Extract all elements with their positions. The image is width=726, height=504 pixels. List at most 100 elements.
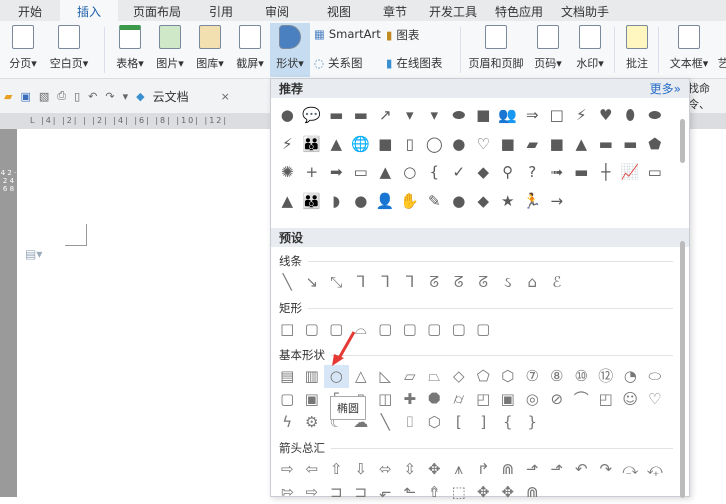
shape-icon[interactable]: ✥ xyxy=(496,481,521,504)
art-text-button[interactable]: 艺 xyxy=(716,25,726,71)
recommended-shape-icon[interactable]: ◯ xyxy=(422,131,447,158)
recommended-shape-icon[interactable]: ♥ xyxy=(594,102,619,129)
recommended-shape-icon[interactable]: ▭ xyxy=(349,159,374,186)
comment-button[interactable]: 批注 xyxy=(620,25,654,71)
recommended-shape-icon[interactable]: ↗ xyxy=(373,102,398,129)
shape-icon[interactable]: ᒣ xyxy=(373,271,398,294)
shape-icon[interactable]: ◺ xyxy=(373,365,398,388)
dropdown-icon[interactable]: ▾ xyxy=(123,90,129,103)
shape-icon[interactable]: ⌷ xyxy=(398,411,423,434)
shape-icon[interactable]: ╲ xyxy=(275,271,300,294)
shape-icon[interactable]: ℰ xyxy=(545,271,570,294)
shape-icon[interactable]: { xyxy=(496,411,521,434)
recommended-shape-icon[interactable]: 📈 xyxy=(618,159,643,186)
command-search[interactable]: 找命令、 xyxy=(688,80,726,112)
picture-button[interactable]: 图片▾ xyxy=(150,25,190,71)
recommended-shape-icon[interactable]: 💬 xyxy=(300,102,325,129)
shape-icon[interactable]: ╲ xyxy=(373,411,398,434)
shape-icon[interactable]: ⬏ xyxy=(545,458,570,481)
online-chart-button[interactable]: ▮在线图表 xyxy=(386,55,442,71)
preview-icon[interactable]: ▯ xyxy=(74,90,80,103)
recommended-shape-icon[interactable]: ▰ xyxy=(520,131,545,158)
shape-icon[interactable]: ⚙ xyxy=(300,411,325,434)
shape-icon[interactable]: ▢ xyxy=(275,388,300,411)
shape-icon[interactable]: ↷ xyxy=(594,458,619,481)
shape-icon[interactable]: ⬭ xyxy=(643,365,668,388)
more-link[interactable]: 更多» xyxy=(650,80,681,97)
recommended-shape-icon[interactable]: ◆ xyxy=(471,188,496,215)
tab-0[interactable]: 开始 xyxy=(0,0,60,21)
shape-icon[interactable]: ⊐ xyxy=(324,481,349,504)
shape-icon[interactable]: ☺ xyxy=(618,388,643,411)
shape-icon[interactable]: ⬐ xyxy=(373,481,398,504)
shape-icon[interactable]: ▣ xyxy=(496,388,521,411)
recommended-shape-icon[interactable]: ⚡ xyxy=(275,131,300,158)
shape-icon[interactable]: ✥ xyxy=(471,481,496,504)
shape-icon[interactable]: ⬏ xyxy=(520,458,545,481)
recommended-shape-icon[interactable]: ■ xyxy=(373,131,398,158)
recommended-shape-icon[interactable]: ▬ xyxy=(324,102,349,129)
shape-icon[interactable]: ⋒ xyxy=(496,458,521,481)
shape-icon[interactable]: ᒣ xyxy=(349,271,374,294)
undo-icon[interactable]: ↶ xyxy=(88,90,97,103)
recommended-shape-icon[interactable]: ◗ xyxy=(324,188,349,215)
scrollbar-recommended[interactable] xyxy=(680,119,685,163)
recommended-shape-icon[interactable]: ● xyxy=(447,131,472,158)
shape-icon[interactable]: ▥ xyxy=(300,365,325,388)
shape-icon[interactable]: ◰ xyxy=(471,388,496,411)
shape-icon[interactable]: ⬄ xyxy=(373,458,398,481)
recommended-shape-icon[interactable]: ★ xyxy=(496,188,521,215)
shape-icon[interactable]: ᘔ xyxy=(447,271,472,294)
print-icon[interactable]: ⎙ xyxy=(57,89,66,103)
recommended-shape-icon[interactable]: 👪 xyxy=(300,188,325,215)
shape-icon[interactable]: ⑦ xyxy=(520,365,545,388)
recommended-shape-icon[interactable]: + xyxy=(300,159,325,186)
recommended-shape-icon[interactable]: ✋ xyxy=(398,188,423,215)
recommended-shape-icon[interactable]: 🏃 xyxy=(520,188,545,215)
tab-2[interactable]: 页面布局 xyxy=(118,0,196,21)
shape-icon[interactable]: ⇦ xyxy=(300,458,325,481)
shape-icon[interactable]: ✚ xyxy=(398,388,423,411)
recommended-shape-icon[interactable]: → xyxy=(545,188,570,215)
header-footer-button[interactable]: 页眉和页脚 xyxy=(464,25,528,71)
recommended-shape-icon[interactable]: ◆ xyxy=(471,159,496,186)
shape-icon[interactable]: ⇮ xyxy=(422,481,447,504)
shape-icon[interactable]: ⇰ xyxy=(275,481,300,504)
recommended-shape-icon[interactable]: ▲ xyxy=(569,131,594,158)
shape-icon[interactable]: ↱ xyxy=(471,458,496,481)
textbox-button[interactable]: 文本框▾ xyxy=(664,25,714,71)
shape-icon[interactable]: ◎ xyxy=(520,388,545,411)
shape-icon[interactable]: } xyxy=(520,411,545,434)
shape-icon[interactable]: ⬠ xyxy=(471,365,496,388)
shape-icon[interactable]: ઽ xyxy=(496,271,521,294)
shape-icon[interactable]: ⬡ xyxy=(422,411,447,434)
shape-icon[interactable]: ✥ xyxy=(422,458,447,481)
tab-5[interactable]: 视图 xyxy=(308,0,370,21)
shape-icon[interactable]: ⯃ xyxy=(422,388,447,411)
close-tab-button[interactable]: × xyxy=(221,90,230,103)
recommended-shape-icon[interactable]: ▾ xyxy=(398,102,423,129)
shape-icon[interactable]: ⊐ xyxy=(349,481,374,504)
shape-icon[interactable]: ⤡ xyxy=(324,271,349,294)
recommended-shape-icon[interactable]: ♡ xyxy=(471,131,496,158)
tab-6[interactable]: 章节 xyxy=(370,0,420,21)
recommended-shape-icon[interactable]: ✺ xyxy=(275,159,300,186)
recommended-shape-icon[interactable]: ⇒ xyxy=(520,102,545,129)
recommended-shape-icon[interactable]: ▲ xyxy=(373,159,398,186)
recommended-shape-icon[interactable]: ? xyxy=(520,159,545,186)
shape-icon[interactable]: ⏢ xyxy=(422,365,447,388)
tab-3[interactable]: 引用 xyxy=(196,0,246,21)
recommended-shape-icon[interactable]: ⚡ xyxy=(569,102,594,129)
recommended-shape-icon[interactable]: ⬮ xyxy=(618,102,643,129)
chart-button[interactable]: ▮图表 xyxy=(386,27,419,43)
shape-icon[interactable]: ⋒ xyxy=(520,481,545,504)
redo-icon[interactable]: ↷ xyxy=(105,90,114,103)
page-number-button[interactable]: 页码▾ xyxy=(530,25,566,71)
recommended-shape-icon[interactable]: □ xyxy=(545,102,570,129)
shape-icon[interactable]: ⇩ xyxy=(349,458,374,481)
shape-icon[interactable]: ⇧ xyxy=(324,458,349,481)
shape-icon[interactable]: ◔ xyxy=(618,365,643,388)
blank-page-button[interactable]: 空白页▾ xyxy=(46,25,92,71)
shape-icon[interactable]: ▣ xyxy=(300,388,325,411)
recommended-shape-icon[interactable]: ▬ xyxy=(618,131,643,158)
